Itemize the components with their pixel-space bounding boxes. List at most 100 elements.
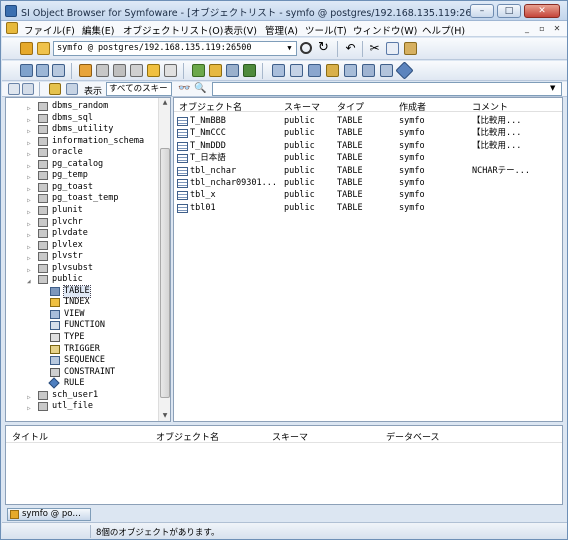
toolbar-separator: [71, 63, 72, 79]
expand-icon[interactable]: ▷: [27, 149, 31, 160]
expand-icon[interactable]: ▷: [27, 172, 31, 183]
expand-icon[interactable]: ▷: [27, 195, 31, 206]
privilege-icon[interactable]: [147, 64, 160, 77]
expand-icon[interactable]: ▷: [27, 392, 31, 403]
expand-icon[interactable]: ▷: [27, 161, 31, 172]
menu-window[interactable]: ウィンドウ(W): [353, 23, 417, 37]
connection-select[interactable]: symfo @ postgres/192.168.135.119:26500 ▼: [53, 41, 297, 56]
expand-icon[interactable]: ▷: [27, 126, 31, 137]
expand-icon[interactable]: ▷: [27, 103, 31, 114]
column-owner[interactable]: 作成者: [399, 100, 426, 113]
explain-icon[interactable]: [226, 64, 239, 77]
diagram-icon[interactable]: [326, 64, 339, 77]
document-icon[interactable]: [6, 22, 18, 34]
undo-icon[interactable]: ↶: [344, 42, 357, 55]
menu-tools[interactable]: ツール(T): [305, 23, 347, 37]
column-type[interactable]: タイプ: [337, 100, 364, 113]
mdi-restore-button[interactable]: ▫: [535, 23, 549, 34]
expand-icon[interactable]: ▷: [27, 219, 31, 230]
key-icon[interactable]: [130, 64, 143, 77]
owner-cell: symfo: [399, 202, 425, 213]
paste-icon[interactable]: [404, 42, 417, 55]
menu-help[interactable]: ヘルプ(H): [422, 23, 465, 37]
calendar-icon[interactable]: [308, 64, 321, 77]
schema-filter-select[interactable]: すべてのスキー: [106, 82, 172, 96]
expand-icon[interactable]: ▷: [27, 265, 31, 276]
table-row[interactable]: tbl_nchar public TABLE symfo NCHARテー...: [174, 165, 562, 177]
collapse-icon[interactable]: ◢: [27, 276, 31, 287]
tree-refresh-icon[interactable]: [22, 83, 34, 95]
column-schema[interactable]: スキーマ: [284, 100, 320, 113]
report-icon[interactable]: [344, 64, 357, 77]
scroll-up-icon[interactable]: ▲: [159, 98, 170, 108]
comment-cell: 【比較用...: [472, 128, 522, 139]
grid-icon[interactable]: [272, 64, 285, 77]
menu-edit[interactable]: 編集(E): [82, 23, 114, 37]
task-item-label: symfo @ po…: [22, 509, 81, 519]
mdi-minimize-button[interactable]: _: [520, 23, 534, 34]
sql-window-icon[interactable]: [36, 64, 49, 77]
tree-toggle-icon[interactable]: [8, 83, 20, 95]
scroll-down-icon[interactable]: ▼: [159, 411, 170, 421]
run-icon[interactable]: [192, 64, 205, 77]
find-next-icon[interactable]: 🔍: [194, 83, 206, 94]
table-row[interactable]: T_日本語 public TABLE symfo: [174, 152, 562, 164]
maximize-button[interactable]: □: [497, 4, 521, 18]
lock-icon[interactable]: [113, 64, 126, 77]
schema-browser-icon[interactable]: [20, 64, 33, 77]
search-input[interactable]: [212, 82, 562, 96]
schema-icon: [38, 125, 48, 135]
cut-icon[interactable]: ✂: [368, 42, 381, 55]
chevron-down-icon[interactable]: ▼: [550, 84, 555, 92]
help-icon[interactable]: [380, 64, 393, 77]
table-row[interactable]: tbl01 public TABLE symfo: [174, 202, 562, 214]
export-icon[interactable]: [243, 64, 256, 77]
table-row[interactable]: tbl_nchar09301... public TABLE symfo: [174, 177, 562, 189]
binoculars-icon[interactable]: 👓: [178, 83, 190, 94]
table-row[interactable]: tbl_x public TABLE symfo: [174, 189, 562, 201]
expand-icon[interactable]: ▷: [27, 184, 31, 195]
role-icon[interactable]: [96, 64, 109, 77]
connect-icon[interactable]: [20, 42, 33, 55]
scroll-thumb[interactable]: [160, 148, 170, 398]
expand-icon[interactable]: ▷: [27, 253, 31, 264]
table-icon: [177, 166, 188, 176]
table-row[interactable]: T_NmBBB public TABLE symfo 【比較用...: [174, 115, 562, 127]
tree-scrollbar[interactable]: ▲ ▼: [158, 98, 170, 421]
diamond-icon[interactable]: [395, 61, 414, 80]
expand-icon[interactable]: ▷: [27, 242, 31, 253]
mdi-close-button[interactable]: ✕: [550, 23, 564, 34]
column-comment[interactable]: コメント: [472, 100, 508, 113]
disconnect-icon[interactable]: [37, 42, 50, 55]
minimize-button[interactable]: –: [470, 4, 494, 18]
expand-icon[interactable]: ▷: [27, 115, 31, 126]
copy-icon[interactable]: [386, 42, 399, 55]
compare-icon[interactable]: [362, 64, 375, 77]
column-object-name[interactable]: オブジェクト名: [179, 100, 242, 113]
close-button[interactable]: ✕: [524, 4, 560, 18]
expand-icon[interactable]: ▷: [27, 138, 31, 149]
schema-cell: public: [284, 190, 315, 201]
title-bar[interactable]: SI Object Browser for Symfoware - [オブジェク…: [1, 1, 567, 21]
object-list-icon[interactable]: [52, 64, 65, 77]
folder-icon[interactable]: [49, 83, 61, 95]
copy-object-icon[interactable]: [164, 64, 177, 77]
menu-file[interactable]: ファイル(F): [24, 23, 75, 37]
execute-icon[interactable]: [209, 64, 222, 77]
stop-icon[interactable]: [300, 42, 312, 54]
table-row[interactable]: T_NmDDD public TABLE symfo 【比較用...: [174, 140, 562, 152]
menu-view[interactable]: 表示(V): [224, 23, 257, 37]
expand-icon[interactable]: ▷: [27, 403, 31, 414]
table-row[interactable]: T_NmCCC public TABLE symfo 【比較用...: [174, 127, 562, 139]
list-view-icon[interactable]: [66, 83, 78, 95]
expand-icon[interactable]: ▷: [27, 230, 31, 241]
menu-admin[interactable]: 管理(A): [265, 23, 298, 37]
menu-object-list[interactable]: オブジェクトリスト(O): [123, 23, 223, 37]
user-icon[interactable]: [79, 64, 92, 77]
table-icon: [177, 129, 188, 139]
task-item-connection[interactable]: symfo @ po…: [7, 508, 91, 521]
form-icon[interactable]: [290, 64, 303, 77]
refresh-icon[interactable]: ↻: [317, 41, 330, 55]
expand-icon[interactable]: ▷: [27, 207, 31, 218]
schema-tree[interactable]: ▷ dbms_random ▷ dbms_sql ▷ dbms_utility ▷ infor…: [5, 97, 171, 422]
